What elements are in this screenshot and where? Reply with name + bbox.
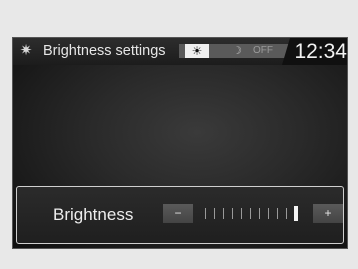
clock: 12:34 [294, 40, 347, 63]
slider-tick [223, 208, 224, 219]
brightness-panel: Brightness − + [16, 186, 344, 244]
page-title: Brightness settings [43, 43, 166, 59]
header-bar: ✷ Brightness settings ☀ ☽ OFF 12:34 [13, 38, 347, 65]
slider-tick [286, 208, 287, 219]
slider-tick [205, 208, 206, 219]
off-mode-button[interactable]: OFF [250, 44, 276, 58]
decrease-brightness-button[interactable]: − [163, 204, 193, 223]
brightness-label: Brightness [53, 205, 134, 224]
increase-brightness-button[interactable]: + [313, 204, 343, 223]
slider-tick [259, 208, 260, 219]
night-mode-button[interactable]: ☽ [226, 44, 248, 58]
display-screen: ✷ Brightness settings ☀ ☽ OFF 12:34 Brig… [12, 37, 348, 249]
slider-tick [241, 208, 242, 219]
slider-tick [268, 208, 269, 219]
slider-thumb[interactable] [294, 206, 298, 221]
slider-tick [214, 208, 215, 219]
slider-tick [232, 208, 233, 219]
slider-tick [250, 208, 251, 219]
day-mode-button[interactable]: ☀ [185, 44, 209, 58]
slider-tick [277, 208, 278, 219]
brightness-slider[interactable] [203, 205, 303, 223]
gear-icon: ✷ [19, 42, 33, 59]
